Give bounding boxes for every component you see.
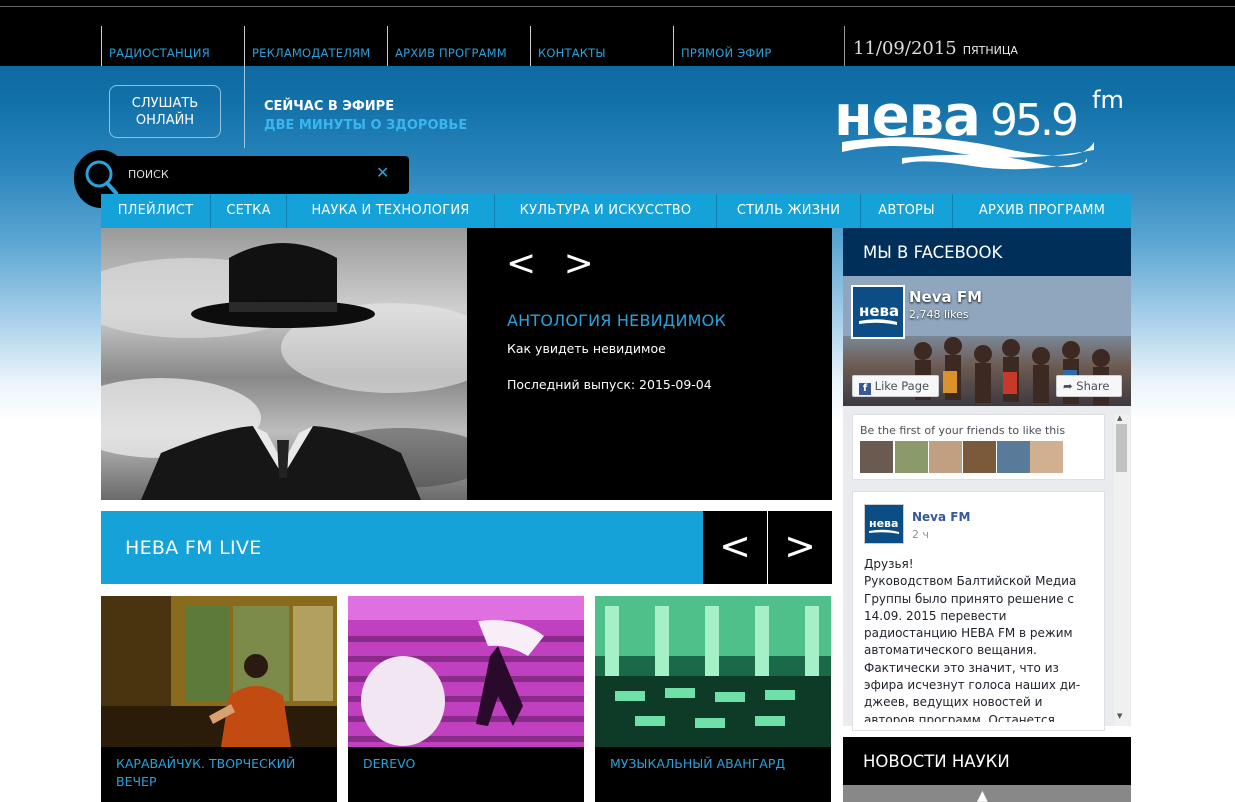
facebook-like-button[interactable]: f Like Page: [852, 375, 939, 397]
listen-line-1: СЛУШАТЬ: [131, 96, 199, 111]
topnav-label: РЕКЛАМОДАТЕЛЯМ: [252, 46, 371, 60]
card-image: [595, 596, 831, 747]
svg-text:нева: нева: [859, 302, 899, 320]
nav-authors[interactable]: АВТОРЫ: [861, 194, 953, 228]
nav-schedule[interactable]: СЕТКА: [211, 194, 287, 228]
listen-online-button[interactable]: СЛУШАТЬ ОНЛАЙН: [109, 85, 221, 138]
facebook-page-logo[interactable]: нева: [851, 285, 905, 339]
friend-avatar[interactable]: [929, 441, 962, 473]
top-divider: [0, 6, 1235, 7]
card-caption: МУЗЫКАЛЬНЫЙ АВАНГАРД: [610, 756, 786, 771]
facebook-share-button[interactable]: ➦ Share: [1056, 375, 1122, 397]
facebook-post-avatar[interactable]: нева: [864, 504, 904, 544]
share-button-label: Share: [1076, 379, 1110, 393]
topnav-label: АРХИВ ПРОГРАММ: [395, 46, 507, 60]
friend-avatar[interactable]: [895, 441, 928, 473]
topnav-label: КОНТАКТЫ: [538, 46, 606, 60]
nav-culture[interactable]: КУЛЬТУРА И ИСКУССТВО: [495, 194, 717, 228]
top-bar: РАДИОСТАНЦИЯ РЕКЛАМОДАТЕЛЯМ АРХИВ ПРОГРА…: [0, 0, 1235, 66]
live-next-button[interactable]: >: [768, 511, 832, 584]
like-button-label: Like Page: [874, 379, 930, 393]
header-divider: [244, 66, 245, 148]
neva-fm-logo[interactable]: нева 95.9 fm: [832, 80, 1132, 175]
nav-archive[interactable]: АРХИВ ПРОГРАММ: [953, 194, 1131, 228]
svg-text:нева: нева: [869, 517, 898, 530]
facebook-icon: f: [859, 383, 871, 395]
on-air-block[interactable]: СЕЙЧАС В ЭФИРЕ ДВЕ МИНУТЫ О ЗДОРОВЬЕ: [264, 97, 467, 135]
card-caption: DEREVO: [363, 756, 416, 771]
logo-fm: fm: [1092, 86, 1124, 114]
topnav-radiostation[interactable]: РАДИОСТАНЦИЯ: [101, 26, 244, 66]
share-icon: ➦: [1063, 379, 1073, 393]
facebook-scrollbar-thumb[interactable]: [1116, 424, 1127, 472]
friend-avatar[interactable]: [1030, 441, 1063, 473]
card-karavaychuk[interactable]: КАРАВАЙЧУК. ТВОРЧЕСКИЙ ВЕЧЕР: [101, 596, 337, 802]
topnav-archive[interactable]: АРХИВ ПРОГРАММ: [387, 26, 530, 66]
card-caption: КАРАВАЙЧУК. ТВОРЧЕСКИЙ ВЕЧЕР: [116, 756, 296, 789]
nav-lifestyle[interactable]: СТИЛЬ ЖИЗНИ: [717, 194, 861, 228]
science-news-heading: НОВОСТИ НАУКИ: [863, 752, 1010, 771]
topnav-live[interactable]: ПРЯМОЙ ЭФИР: [673, 26, 844, 66]
logo-frequency: 95.9: [990, 95, 1076, 146]
topnav-label: РАДИОСТАНЦИЯ: [109, 46, 210, 60]
search-input[interactable]: ПОИСК: [128, 168, 169, 181]
hero-title[interactable]: АНТОЛОГИЯ НЕВИДИМОК: [507, 311, 726, 330]
hero-image[interactable]: [101, 228, 467, 500]
listen-line-2: ОНЛАЙН: [135, 113, 195, 128]
facebook-post-text: Друзья! Руководством Балтийской Медиа Гр…: [864, 557, 1081, 722]
chevron-up-icon[interactable]: ▲: [977, 788, 988, 802]
main-nav: ПЛЕЙЛИСТ СЕТКА НАУКА И ТЕХНОЛОГИЯ КУЛЬТУ…: [101, 194, 1131, 228]
date-display: 11/09/2015 ПЯТНИЦА: [844, 26, 1018, 66]
facebook-post-time[interactable]: 2 ч: [912, 528, 929, 541]
weekday-label: ПЯТНИЦА: [962, 44, 1018, 57]
facebook-likes-count: 2,748 likes: [909, 308, 969, 321]
hero-subtitle: Как увидеть невидимое: [507, 341, 666, 356]
topnav-label: ПРЯМОЙ ЭФИР: [681, 46, 772, 60]
facebook-post-author[interactable]: Neva FM: [912, 510, 970, 524]
nav-science[interactable]: НАУКА И ТЕХНОЛОГИЯ: [287, 194, 495, 228]
facebook-friends-text: Be the first of your friends to like thi…: [860, 424, 1066, 437]
topnav-advertisers[interactable]: РЕКЛАМОДАТЕЛЯМ: [244, 26, 387, 66]
scroll-up-icon[interactable]: ▲: [1117, 414, 1122, 422]
facebook-heading: МЫ В FACEBOOK: [863, 243, 1003, 262]
card-image: [348, 596, 584, 747]
close-icon[interactable]: ✕: [376, 163, 389, 182]
nav-playlist[interactable]: ПЛЕЙЛИСТ: [101, 194, 211, 228]
topnav-contacts[interactable]: КОНТАКТЫ: [530, 26, 673, 66]
card-musical-avantgarde[interactable]: МУЗЫКАЛЬНЫЙ АВАНГАРД: [595, 596, 831, 802]
live-section-title: НЕВА FM LIVE: [125, 537, 262, 559]
facebook-page-name[interactable]: Neva FM: [909, 288, 982, 306]
card-image: [101, 596, 337, 747]
date-value: 11/09/2015: [853, 38, 957, 59]
hero-carousel-arrows[interactable]: < >: [506, 246, 602, 282]
live-prev-button[interactable]: <: [703, 511, 767, 584]
friend-avatar[interactable]: [997, 441, 1030, 473]
hero-last-issue: Последний выпуск: 2015-09-04: [507, 377, 712, 392]
on-air-program[interactable]: ДВЕ МИНУТЫ О ЗДОРОВЬЕ: [264, 116, 467, 135]
on-air-label: СЕЙЧАС В ЭФИРЕ: [264, 99, 395, 114]
logo-wave-small-icon: [902, 154, 1087, 170]
scroll-down-icon[interactable]: ▼: [1117, 712, 1122, 720]
friend-avatar[interactable]: [860, 441, 893, 473]
friend-avatar[interactable]: [963, 441, 996, 473]
card-derevo[interactable]: DEREVO: [348, 596, 584, 802]
